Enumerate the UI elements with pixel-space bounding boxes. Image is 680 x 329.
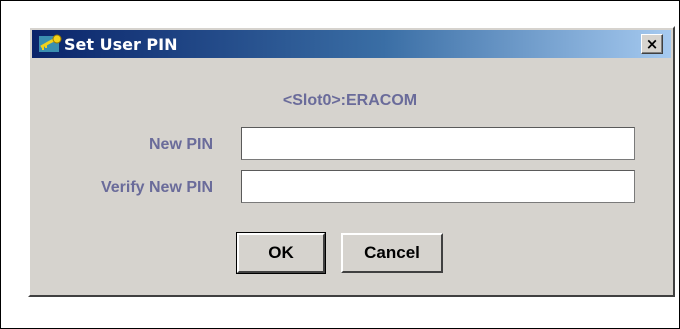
verify-new-pin-input[interactable]: [241, 170, 635, 203]
dialog-title: Set User PIN: [64, 34, 178, 54]
title-bar[interactable]: Set User PIN ×: [32, 30, 671, 58]
new-pin-input[interactable]: [241, 127, 635, 160]
close-icon: ×: [645, 34, 659, 53]
key-pin-icon: [39, 34, 62, 52]
cancel-button[interactable]: Cancel: [341, 233, 443, 273]
cancel-button-label: Cancel: [364, 243, 420, 262]
new-pin-label: New PIN: [148, 136, 213, 153]
screenshot-frame: Set User PIN × <Slot0>:ERACOM New PIN Ve…: [0, 0, 680, 329]
set-user-pin-dialog: Set User PIN × <Slot0>:ERACOM New PIN Ve…: [28, 26, 675, 297]
slot-label: <Slot0>:ERACOM: [282, 92, 418, 109]
close-button[interactable]: ×: [641, 34, 663, 54]
ok-button-label: OK: [268, 243, 294, 262]
verify-new-pin-label: Verify New PIN: [100, 179, 213, 196]
ok-button[interactable]: OK: [236, 232, 326, 274]
